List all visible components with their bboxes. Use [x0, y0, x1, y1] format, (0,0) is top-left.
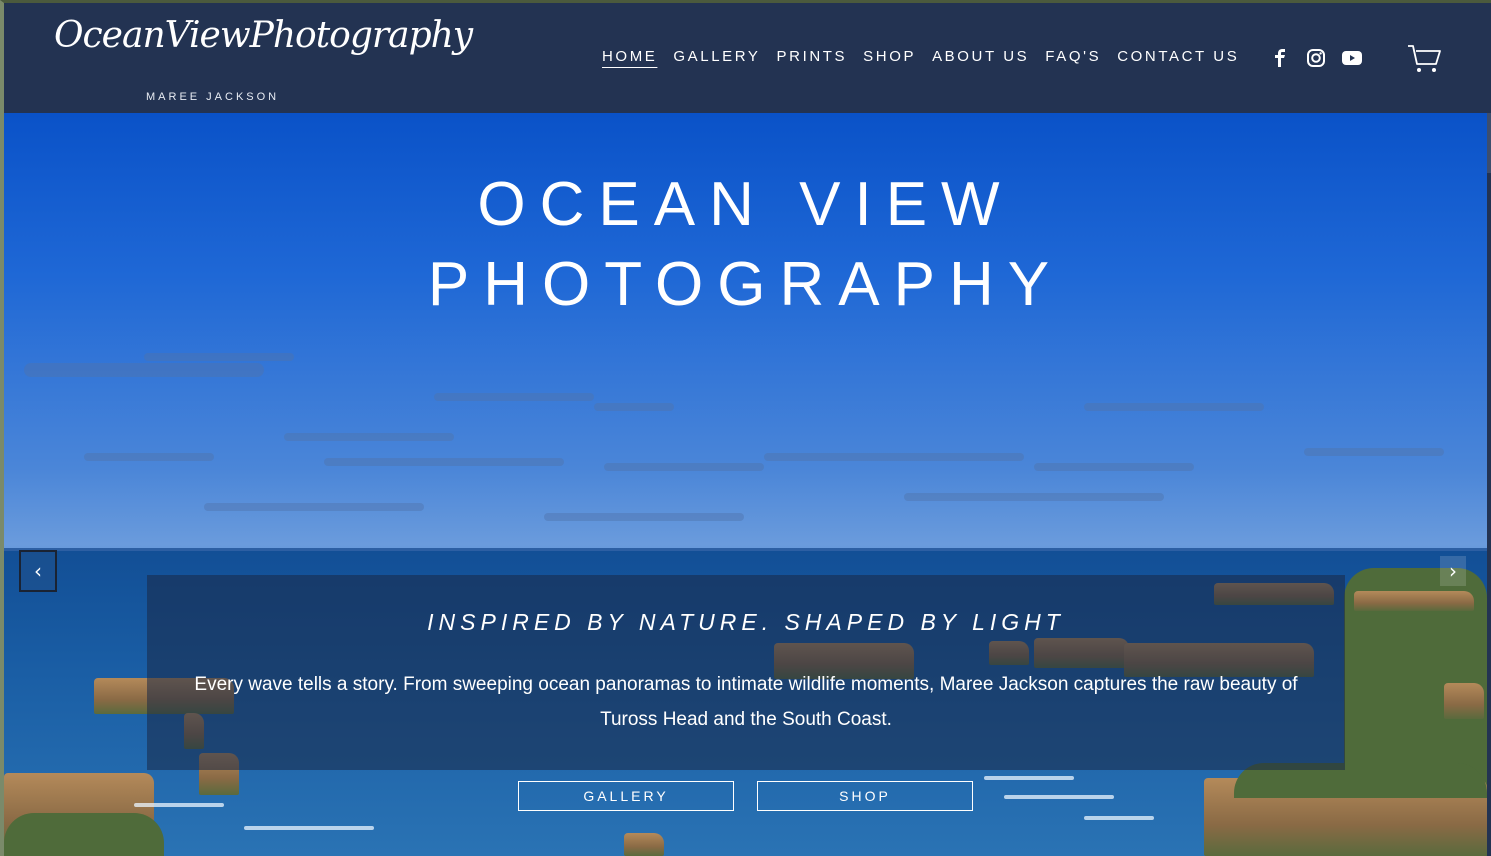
youtube-icon[interactable] [1341, 47, 1363, 69]
cloud [1034, 463, 1194, 471]
cloud [764, 453, 1024, 461]
cloud [904, 493, 1164, 501]
cloud [604, 463, 764, 471]
cloud [434, 393, 594, 401]
social-links-youtube [1341, 47, 1363, 69]
social-links-instagram [1305, 47, 1327, 69]
instagram-icon[interactable] [1305, 47, 1327, 69]
social-links [1269, 47, 1291, 69]
cliff [624, 833, 664, 856]
cloud [1304, 448, 1444, 456]
site-header: OceanViewPhotography MAREE JACKSON HOME … [4, 3, 1491, 113]
cloud [544, 513, 744, 521]
nav-item-contact-us[interactable]: CONTACT US [1109, 47, 1247, 71]
shop-button[interactable]: SHOP [757, 781, 973, 811]
hero-title: OCEAN VIEW PHOTOGRAPHY [4, 165, 1487, 325]
cloud [84, 453, 214, 461]
cloud [1084, 403, 1264, 411]
hero-tagline: INSPIRED BY NATURE. SHAPED BY LIGHT [427, 609, 1065, 635]
nav-item-gallery[interactable]: GALLERY [665, 47, 768, 71]
nav-item-about-us[interactable]: ABOUT US [924, 47, 1037, 71]
logo-script-text: OceanViewPhotography [54, 15, 473, 56]
nav-item-home[interactable]: HOME [594, 47, 665, 71]
scrollbar-thumb[interactable] [1487, 113, 1491, 173]
nav-item-prints[interactable]: PRINTS [769, 47, 856, 71]
slideshow-next-arrow[interactable]: › [1440, 556, 1466, 586]
logo-subtitle: MAREE JACKSON [146, 91, 280, 103]
nav-item-faqs[interactable]: FAQ'S [1037, 47, 1109, 71]
gallery-button[interactable]: GALLERY [518, 781, 734, 811]
slideshow-prev-arrow[interactable]: ‹ [19, 550, 57, 592]
hero-caption: INSPIRED BY NATURE. SHAPED BY LIGHT Ever… [147, 575, 1345, 770]
cloud [24, 363, 264, 377]
cloud [284, 433, 454, 441]
cliff [1444, 683, 1484, 719]
wave-foam [244, 826, 374, 830]
hero-title-line2: PHOTOGRAPHY [427, 250, 1064, 319]
hero-intro-text: Every wave tells a story. From sweeping … [194, 674, 1298, 730]
wave-foam [984, 776, 1074, 780]
nav-item-shop[interactable]: SHOP [855, 47, 924, 71]
main-nav: HOME GALLERY PRINTS SHOP ABOUT US FAQ'S … [594, 47, 1247, 71]
cart-icon[interactable] [1406, 43, 1442, 75]
wave-foam [134, 803, 224, 807]
scrollbar-track[interactable] [1487, 113, 1491, 856]
cloud [144, 353, 294, 361]
wave-foam [1084, 816, 1154, 820]
facebook-icon[interactable] [1269, 47, 1291, 69]
hero-slideshow: OCEAN VIEW PHOTOGRAPHY INSPIRED BY NATUR… [4, 113, 1487, 856]
cloud [204, 503, 424, 511]
wave-foam [1004, 795, 1114, 799]
cloud [594, 403, 674, 411]
cliff [1354, 591, 1474, 611]
headland [4, 813, 164, 856]
site-logo[interactable]: OceanViewPhotography MAREE JACKSON [54, 15, 473, 105]
hero-title-line1: OCEAN VIEW [477, 170, 1014, 239]
cloud [324, 458, 564, 466]
